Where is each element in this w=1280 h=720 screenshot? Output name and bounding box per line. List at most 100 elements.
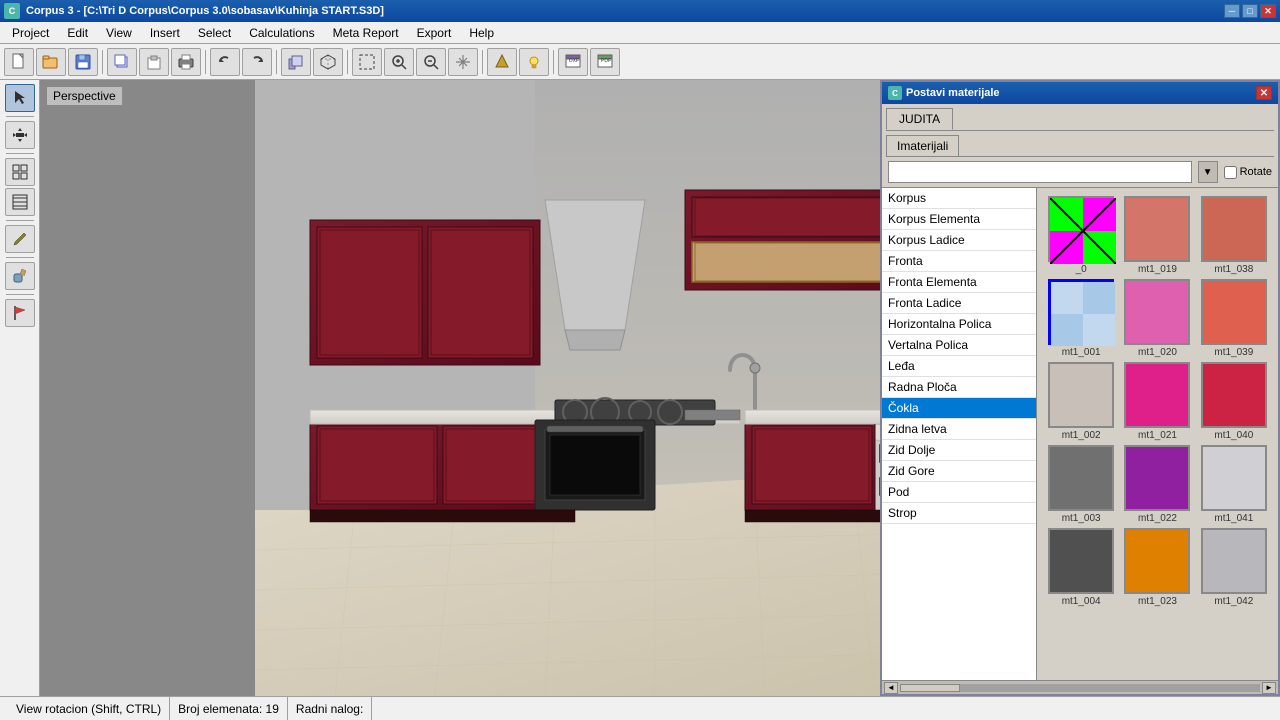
material-list-item[interactable]: Vertalna Polica [882,335,1036,356]
horizontal-scrollbar[interactable]: ◄ ► [882,680,1278,694]
color-cell[interactable]: mt1_021 [1121,362,1193,441]
color-cell[interactable]: mt1_039 [1198,279,1270,358]
status-bar: View rotacion (Shift, CTRL) Broj elemena… [0,696,1280,720]
material-list-item[interactable]: Korpus Elementa [882,209,1036,230]
material-list-item[interactable]: Korpus Ladice [882,230,1036,251]
toolbar-sep-4 [347,50,348,74]
menu-insert[interactable]: Insert [142,24,188,42]
left-tools-panel [0,80,40,696]
pencil-tool-button[interactable] [5,225,35,253]
print-button[interactable] [171,48,201,76]
pan-button[interactable] [448,48,478,76]
main-area: Perspective [0,80,1280,696]
material-list-item[interactable]: Zidna letva [882,419,1036,440]
color-cell[interactable]: mt1_003 [1045,445,1117,524]
color-swatch [1124,362,1190,428]
export1-button[interactable]: DXF [558,48,588,76]
color-label: mt1_042 [1214,596,1253,607]
3d-button[interactable] [313,48,343,76]
color-swatch [1124,528,1190,594]
paste3d-button[interactable] [139,48,169,76]
color-cell[interactable]: mt1_002 [1045,362,1117,441]
menu-select[interactable]: Select [190,24,239,42]
color-swatch [1201,279,1267,345]
scroll-left-button[interactable]: ◄ [884,682,898,694]
material-list-item[interactable]: Čokla [882,398,1036,419]
material-list-item[interactable]: Fronta [882,251,1036,272]
title-bar-controls[interactable]: ─ □ ✕ [1224,4,1276,18]
material-list-item[interactable]: Leđa [882,356,1036,377]
color-cell[interactable]: mt1_004 [1045,528,1117,607]
color-swatch [1048,279,1114,345]
dropdown-arrow-button[interactable]: ▼ [1198,161,1218,183]
material-list-item[interactable]: Horizontalna Polica [882,314,1036,335]
menu-project[interactable]: Project [4,24,57,42]
color-swatch [1048,196,1114,262]
dialog-title-left: C Postavi materijale [888,86,1000,100]
grid-tool-button[interactable] [5,158,35,186]
color-cell[interactable]: mt1_040 [1198,362,1270,441]
tool-sep-2 [6,153,34,154]
color-cell[interactable]: mt1_022 [1121,445,1193,524]
color-cell[interactable]: mt1_020 [1121,279,1193,358]
close-button[interactable]: ✕ [1260,4,1276,18]
menu-help[interactable]: Help [461,24,502,42]
material-dropdown[interactable] [888,161,1192,183]
scroll-track[interactable] [900,684,1260,692]
material-list-item[interactable]: Radna Ploča [882,377,1036,398]
material-list-item[interactable]: Fronta Elementa [882,272,1036,293]
export2-button[interactable]: PDF [590,48,620,76]
rotate-checkbox[interactable] [1224,166,1237,179]
dialog-controls: ▼ Rotate [882,157,1278,188]
dialog-close-button[interactable]: ✕ [1256,86,1272,100]
dialog-logo: C [888,86,902,100]
undo-button[interactable] [210,48,240,76]
material-list-item[interactable]: Pod [882,482,1036,503]
dialog-content: KorpusKorpus ElementaKorpus LadiceFronta… [882,188,1278,680]
material-list-item[interactable]: Zid Dolje [882,440,1036,461]
render-button[interactable] [487,48,517,76]
color-cell[interactable]: mt1_019 [1121,196,1193,275]
minimize-button[interactable]: ─ [1224,4,1240,18]
menu-edit[interactable]: Edit [59,24,96,42]
dialog-tab-judita[interactable]: JUDITA [886,108,953,130]
move3d-tool-button[interactable] [5,121,35,149]
dialog-body: KorpusKorpus ElementaKorpus LadiceFronta… [882,188,1278,694]
flag-tool-button[interactable] [5,299,35,327]
paint-tool-button[interactable] [5,262,35,290]
material-list-item[interactable]: Fronta Ladice [882,293,1036,314]
material-list-item[interactable]: Strop [882,503,1036,524]
color-label: mt1_022 [1138,513,1177,524]
copy3d-button[interactable] [107,48,137,76]
color-swatch [1124,445,1190,511]
open-button[interactable] [36,48,66,76]
light-button[interactable] [519,48,549,76]
menu-calculations[interactable]: Calculations [241,24,322,42]
scroll-right-button[interactable]: ► [1262,682,1276,694]
new-button[interactable] [4,48,34,76]
color-cell[interactable]: mt1_042 [1198,528,1270,607]
color-cell[interactable]: _0 [1045,196,1117,275]
material-list-item[interactable]: Zid Gore [882,461,1036,482]
maximize-button[interactable]: □ [1242,4,1258,18]
menu-export[interactable]: Export [409,24,460,42]
color-cell[interactable]: mt1_023 [1121,528,1193,607]
select-tool-button[interactable] [5,84,35,112]
zoom-out-button[interactable] [416,48,446,76]
menu-meta-report[interactable]: Meta Report [325,24,407,42]
color-swatch [1124,279,1190,345]
redo-button[interactable] [242,48,272,76]
grid2-tool-button[interactable] [5,188,35,216]
select-button[interactable] [352,48,382,76]
menu-view[interactable]: View [98,24,140,42]
toolbar-sep-2 [205,50,206,74]
material-list-item[interactable]: Korpus [882,188,1036,209]
color-cell[interactable]: mt1_001 [1045,279,1117,358]
arrange-button[interactable] [281,48,311,76]
zoom-in-button[interactable] [384,48,414,76]
color-cell[interactable]: mt1_038 [1198,196,1270,275]
color-cell[interactable]: mt1_041 [1198,445,1270,524]
scroll-thumb[interactable] [900,684,960,692]
dialog-subtab-imaterijali[interactable]: Imaterijali [886,135,959,156]
save-button[interactable] [68,48,98,76]
